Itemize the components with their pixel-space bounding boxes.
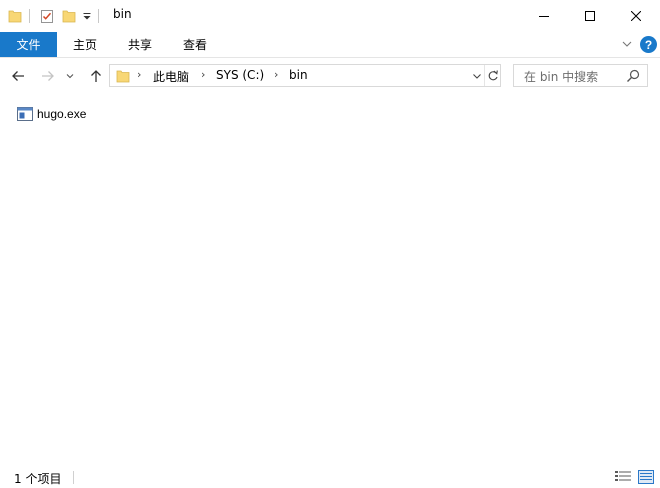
search-placeholder: 在 bin 中搜索	[524, 70, 599, 84]
search-icon[interactable]	[625, 68, 641, 84]
breadcrumb-current-folder[interactable]: bin	[289, 68, 308, 82]
forward-arrow-icon	[42, 71, 54, 81]
tab-file[interactable]: 文件	[0, 32, 57, 57]
navigation-bar: › 此电脑 › SYS (C:) › bin 在 bin 中搜索	[0, 58, 660, 94]
toolbar-divider	[98, 9, 99, 23]
back-arrow-icon	[12, 71, 24, 81]
ribbon-tabs: 文件 主页 共享 查看 ?	[0, 31, 660, 58]
breadcrumb-separator-icon[interactable]: ›	[201, 68, 205, 81]
exe-file-icon	[17, 107, 33, 121]
breadcrumb-separator-icon[interactable]: ›	[274, 68, 278, 81]
tab-share[interactable]: 共享	[115, 31, 165, 57]
file-list[interactable]: hugo.exe	[0, 94, 660, 460]
status-divider	[73, 471, 74, 484]
recent-locations-button[interactable]	[64, 66, 76, 86]
list-item[interactable]: hugo.exe	[17, 104, 86, 124]
maximize-button[interactable]	[567, 0, 613, 31]
window-title: bin	[113, 7, 132, 21]
properties-icon[interactable]	[40, 9, 54, 23]
close-icon	[631, 10, 641, 21]
large-icons-view-icon[interactable]	[637, 469, 655, 485]
close-button[interactable]	[613, 0, 659, 31]
status-bar: 1 个项目	[0, 466, 660, 488]
title-bar: bin	[0, 0, 660, 31]
expand-ribbon-icon[interactable]	[620, 37, 634, 51]
toolbar-divider	[29, 9, 30, 23]
refresh-icon	[488, 69, 498, 80]
minimize-icon	[539, 15, 549, 17]
maximize-icon	[585, 10, 595, 21]
customize-dropdown-icon[interactable]	[82, 9, 92, 23]
breadcrumb-drive[interactable]: SYS (C:)	[216, 68, 264, 82]
tab-view[interactable]: 查看	[170, 31, 220, 57]
new-folder-icon[interactable]	[62, 9, 76, 23]
quick-access-toolbar	[8, 6, 106, 26]
file-name: hugo.exe	[37, 107, 87, 121]
details-view-icon[interactable]	[614, 469, 632, 485]
back-button[interactable]	[9, 66, 27, 86]
refresh-button[interactable]	[485, 65, 501, 86]
breadcrumb-this-pc[interactable]: 此电脑	[153, 68, 189, 85]
tab-home[interactable]: 主页	[60, 31, 110, 57]
item-count: 1 个项目	[14, 472, 62, 486]
folder-icon	[116, 69, 130, 83]
address-bar[interactable]: › 此电脑 › SYS (C:) › bin	[109, 64, 501, 87]
breadcrumb-separator-icon[interactable]: ›	[137, 68, 141, 81]
up-button[interactable]	[87, 66, 105, 86]
minimize-button[interactable]	[521, 0, 567, 31]
help-icon[interactable]: ?	[640, 36, 657, 53]
chevron-down-icon	[66, 74, 74, 79]
forward-button[interactable]	[39, 66, 57, 86]
up-arrow-icon	[91, 70, 101, 82]
search-input[interactable]: 在 bin 中搜索	[513, 64, 648, 87]
address-history-button[interactable]	[468, 65, 485, 86]
folder-icon[interactable]	[8, 9, 22, 23]
chevron-down-icon	[472, 73, 481, 79]
